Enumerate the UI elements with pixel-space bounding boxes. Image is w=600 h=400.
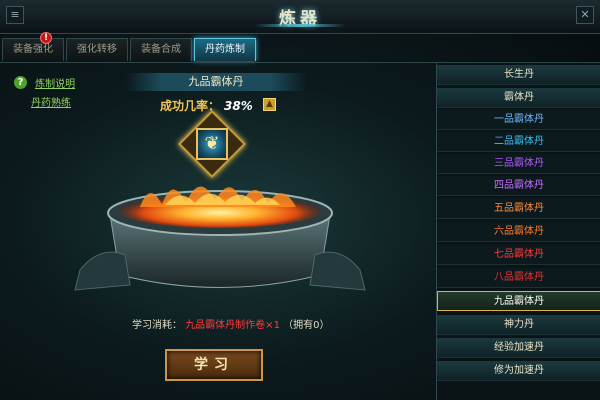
pill-list-item-exp-boost[interactable]: 经验加速丹 [437,338,600,358]
pill-list-label: 一品霸体丹 [494,114,544,125]
pill-list-label: 神力丹 [504,319,534,330]
pill-list-item-grade5[interactable]: 五品霸体丹 [437,199,600,219]
learn-cost: 学习消耗： 九品霸体丹制作卷×1 （拥有0） [132,316,330,331]
refine-help[interactable]: ? 炼制说明 [14,72,75,91]
pill-list-item-grade4[interactable]: 四品霸体丹 [437,176,600,196]
recipe-scroll-icon: ❦ [204,133,220,154]
cost-label: 学习消耗： [132,320,182,331]
refine-help-link[interactable]: 炼制说明 [35,79,75,90]
pill-item-slot[interactable]: ❦ [178,110,246,178]
title-bar: ≡ 炼器 ✕ [0,0,600,34]
alchemy-cauldron [74,186,366,291]
success-rate-value: 38% [224,99,253,113]
pill-list-item-changsheng[interactable]: 长生丹 [437,65,600,85]
pill-list-label: 九品霸体丹 [494,296,544,307]
pill-list-label: 八品霸体丹 [494,272,544,283]
pill-list-label: 三品霸体丹 [494,158,544,169]
pill-list-label: 五品霸体丹 [494,203,544,214]
success-rate: 成功几率： 38% [160,97,253,114]
pill-list-label: 修为加速丹 [494,365,544,376]
pill-list-item-grade3[interactable]: 三品霸体丹 [437,154,600,174]
cost-item: 九品霸体丹制作卷×1 [185,320,280,331]
pill-list-label: 七品霸体丹 [494,249,544,260]
tab-pill-refine[interactable]: 丹药炼制 [194,38,256,61]
cost-owned: （拥有0） [283,320,330,331]
pill-list-item-grade6[interactable]: 六品霸体丹 [437,222,600,242]
notification-badge: ! [40,32,52,44]
pill-list-label: 六品霸体丹 [494,226,544,237]
pill-list-item-grade1[interactable]: 一品霸体丹 [437,110,600,130]
tab-bar: 装备强化 强化转移 装备合成 丹药炼制 [0,38,600,62]
tab-equip-enhance[interactable]: 装备强化 [2,38,64,61]
pill-list-item-cultivation-boost[interactable]: 修为加速丹 [437,361,600,381]
pill-list-item-grade8[interactable]: 八品霸体丹 [437,268,600,288]
title-ornament [255,24,345,27]
pill-mastery-link[interactable]: 丹药熟练 [31,94,71,109]
refine-window: ≡ 炼器 ✕ 装备强化 强化转移 装备合成 丹药炼制 ! ? 炼制说明 丹药熟练… [0,0,600,400]
pill-list-item-shenli[interactable]: 神力丹 [437,315,600,335]
close-icon[interactable]: ✕ [576,6,594,24]
pill-list-panel: 长生丹 霸体丹 一品霸体丹 二品霸体丹 三品霸体丹 四品霸体丹 五品霸体丹 六品… [436,63,600,400]
learn-button[interactable]: 学习 [165,349,263,381]
pill-list-item-grade2[interactable]: 二品霸体丹 [437,132,600,152]
pill-list-label: 霸体丹 [504,92,534,103]
pill-list-label: 长生丹 [504,69,534,80]
tab-enhance-transfer[interactable]: 强化转移 [66,38,128,61]
current-pill-name: 九品霸体丹 [126,73,306,91]
help-icon: ? [14,76,27,89]
pill-list-label: 二品霸体丹 [494,136,544,147]
pill-list-item-grade7[interactable]: 七品霸体丹 [437,245,600,265]
increase-rate-icon[interactable]: ▲ [263,98,276,111]
tab-equip-compose[interactable]: 装备合成 [130,38,192,61]
pill-list-item-grade9[interactable]: 九品霸体丹 [437,291,600,311]
pill-list-label: 经验加速丹 [494,342,544,353]
pill-list-label: 四品霸体丹 [494,180,544,191]
pill-list-item-bati[interactable]: 霸体丹 [437,88,600,108]
